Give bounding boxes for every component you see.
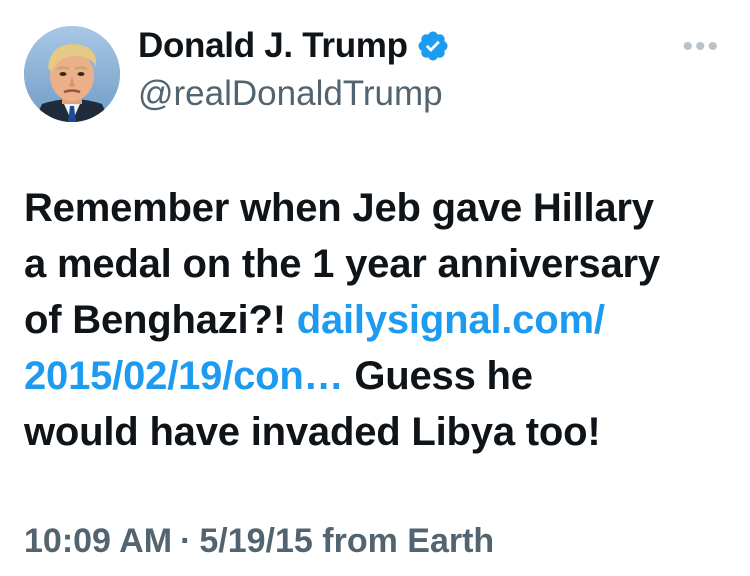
display-name[interactable]: Donald J. Trump — [138, 26, 408, 66]
tweet-text-segment: of Benghazi?! — [24, 298, 297, 342]
avatar[interactable] — [24, 26, 120, 122]
tweet-text-line: Remember when Jeb gave Hillary — [24, 186, 654, 230]
tweet-meta: 10:09 AM · 5/19/15 from Earth — [24, 522, 494, 561]
tweet-text-line: would have invaded Libya too! — [24, 410, 601, 454]
tweet-header: Donald J. Trump @realDonaldTrump ••• — [24, 24, 726, 124]
verified-badge-icon[interactable] — [416, 29, 450, 63]
more-dots-icon[interactable]: ••• — [682, 32, 720, 62]
author-handle[interactable]: @realDonaldTrump — [138, 74, 450, 114]
tweet-link-continued[interactable]: 2015/02/19/con… — [24, 354, 344, 398]
tweet-card: Donald J. Trump @realDonaldTrump ••• Rem… — [0, 0, 750, 576]
display-name-row: Donald J. Trump — [138, 24, 450, 68]
tweet-text-line: a medal on the 1 year anniversary — [24, 242, 660, 286]
tweet-text-line: 2015/02/19/con… Guess he — [24, 348, 724, 404]
tweet-source: from Earth — [322, 522, 495, 560]
author-names: Donald J. Trump @realDonaldTrump — [138, 24, 450, 114]
tweet-time[interactable]: 10:09 AM — [24, 522, 172, 560]
meta-separator: · — [180, 522, 192, 560]
tweet-text: Remember when Jeb gave Hillary a medal o… — [24, 180, 724, 460]
avatar-image — [24, 26, 120, 122]
tweet-date[interactable]: 5/19/15 — [199, 522, 312, 560]
tweet-link[interactable]: dailysignal.com/ — [297, 298, 605, 342]
tweet-text-line: of Benghazi?! dailysignal.com/ — [24, 292, 724, 348]
tweet-text-segment: Guess he — [343, 354, 533, 398]
